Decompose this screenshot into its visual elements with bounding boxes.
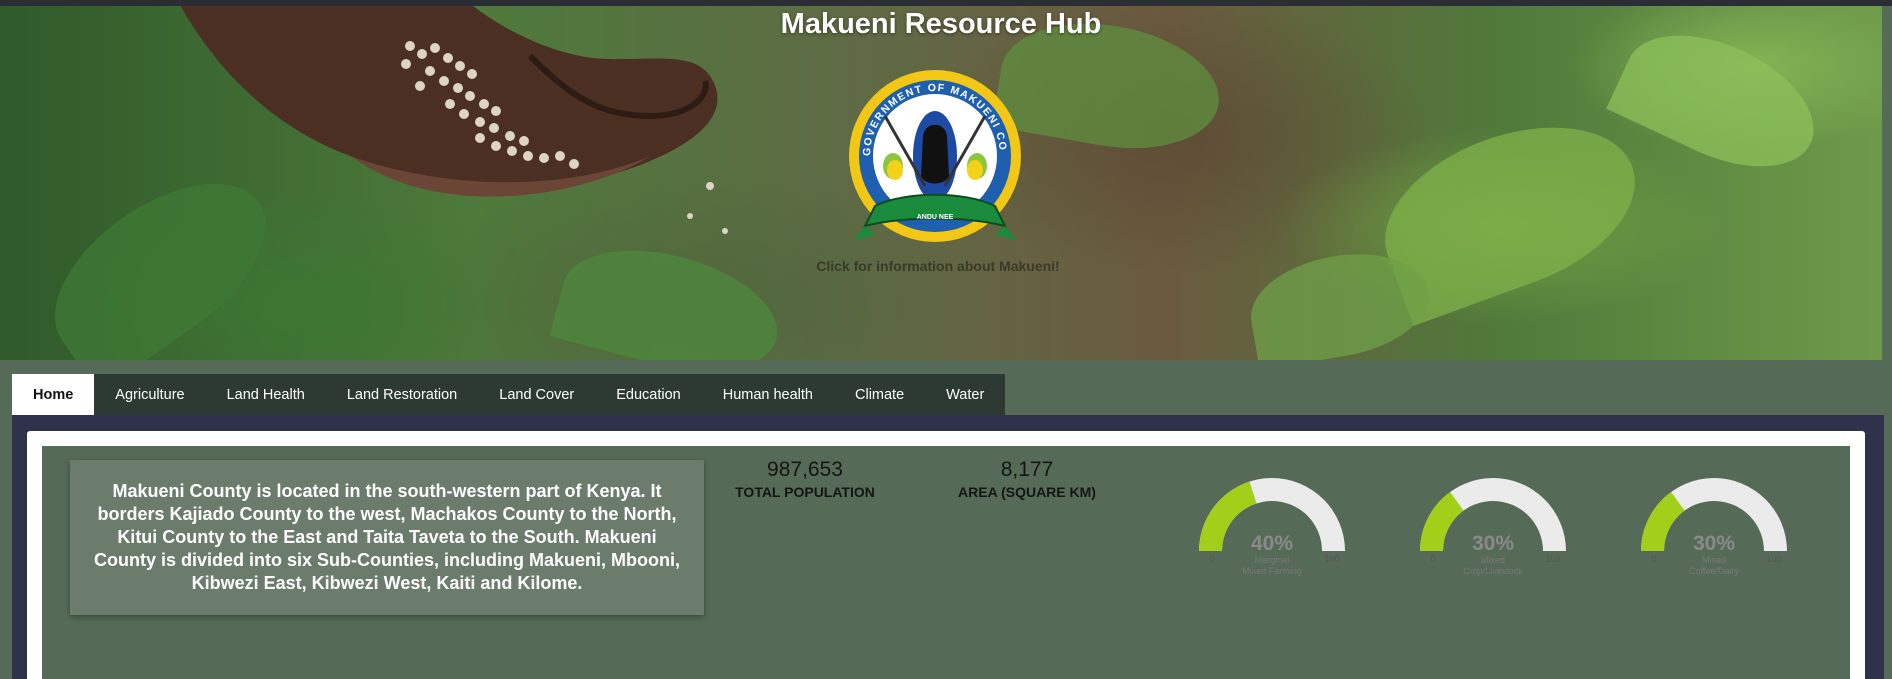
tab-land-cover[interactable]: Land Cover	[478, 374, 595, 415]
gauge-value: 30%	[1472, 532, 1514, 555]
info-link-caption[interactable]: Click for information about Makueni!	[0, 258, 1876, 274]
tab-content-panel: Makueni County is located in the south-w…	[12, 415, 1884, 679]
content-area: Makueni County is located in the south-w…	[42, 446, 1850, 679]
tab-water[interactable]: Water	[925, 374, 1005, 415]
gauge-max: 100	[1324, 554, 1339, 564]
gauge-fill	[1199, 481, 1257, 551]
tab-agriculture[interactable]: Agriculture	[94, 374, 205, 415]
gauge-min: 0	[1430, 554, 1435, 564]
gauge-max: 100	[1545, 554, 1560, 564]
population-value: 987,653	[767, 458, 843, 481]
population-stat: 987,653 TOTAL POPULATION	[730, 458, 880, 500]
tab-land-restoration[interactable]: Land Restoration	[326, 374, 478, 415]
county-description: Makueni County is located in the south-w…	[70, 460, 704, 615]
gauge-mixed-coffee-dairy: 30% 0 100 Mixed Coffee/Dairy	[1641, 478, 1787, 576]
county-seal-logo[interactable]: GOVERNMENT OF MAKUENI COUNTY ANDU NEE	[845, 66, 1025, 254]
site-title: Makueni Resource Hub	[780, 8, 1102, 40]
area-value: 8,177	[1000, 458, 1054, 481]
gauge-value: 40%	[1251, 532, 1293, 555]
gauge-mixed-crop-livestock: 30% 0 100 Mixed Crop/Livestock	[1420, 478, 1566, 576]
gauge-label-line2: Mixed Farming	[1242, 566, 1302, 576]
content-card: Makueni County is located in the south-w…	[27, 431, 1865, 679]
gauge-min: 0	[1651, 554, 1656, 564]
gauge-label-line1: Marginal	[1255, 555, 1290, 565]
area-stat: 8,177 AREA (SQUARE KM)	[952, 458, 1102, 500]
hand-with-seeds-image	[180, 6, 728, 234]
tab-home[interactable]: Home	[12, 374, 95, 415]
gauge-value: 30%	[1693, 532, 1735, 555]
seal-motto: ANDU NEE	[917, 214, 954, 221]
area-label: AREA (SQUARE KM)	[958, 484, 1096, 500]
gauge-max: 100	[1766, 554, 1781, 564]
population-label: TOTAL POPULATION	[735, 484, 875, 500]
tab-land-health[interactable]: Land Health	[206, 374, 326, 415]
hero-banner: Makueni Resource Hub GOVERNMENT OF MAKUE…	[0, 6, 1882, 360]
gauge-label-line2: Coffee/Dairy	[1689, 566, 1739, 576]
tab-climate[interactable]: Climate	[834, 374, 925, 415]
main-tab-bar: Home Agriculture Land Health Land Restor…	[12, 374, 1006, 415]
gauge-label-line2: Crop/Livestock	[1463, 566, 1523, 576]
gauge-label-line1: Mixed	[1702, 555, 1726, 565]
gauge-min: 0	[1209, 554, 1214, 564]
tab-human-health[interactable]: Human health	[702, 374, 834, 415]
gauge-marginal-mixed-farming: 40% 0 100 Marginal Mixed Farming	[1199, 478, 1345, 576]
gauge-label-line1: Mixed	[1481, 555, 1505, 565]
tab-education[interactable]: Education	[595, 374, 702, 415]
